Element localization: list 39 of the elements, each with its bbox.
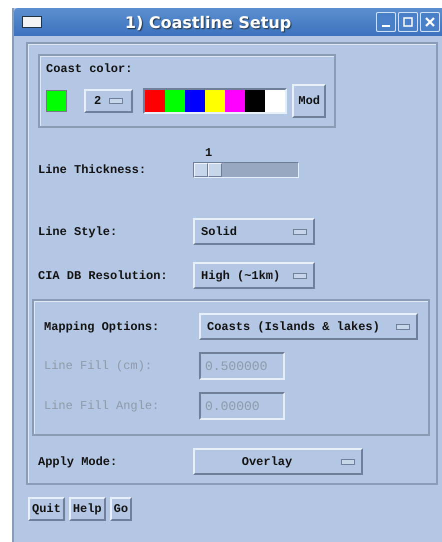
thickness-value: 1 bbox=[205, 146, 212, 160]
dialog-button[interactable]: Quit bbox=[28, 497, 65, 521]
palette-color[interactable] bbox=[144, 90, 165, 112]
palette-color[interactable] bbox=[164, 90, 185, 112]
menu-indicator-icon bbox=[341, 458, 355, 464]
line-thickness-label: Line Thickness: bbox=[38, 163, 148, 177]
maximize-icon bbox=[403, 17, 413, 27]
close-button[interactable] bbox=[420, 12, 440, 32]
mod-button[interactable]: Mod bbox=[292, 84, 326, 118]
dialog-button[interactable]: Help bbox=[68, 497, 106, 521]
resolution-menu[interactable]: High (~1km) bbox=[193, 262, 315, 289]
resolution-label: CIA DB Resolution: bbox=[38, 268, 169, 282]
palette-color[interactable] bbox=[184, 90, 205, 112]
coast-color-label: Coast color: bbox=[46, 62, 134, 76]
minimize-button[interactable] bbox=[376, 12, 396, 32]
mapping-options-label: Mapping Options: bbox=[44, 320, 160, 334]
palette-color[interactable] bbox=[224, 90, 245, 112]
mapping-options-menu[interactable]: Coasts (Islands & lakes) bbox=[199, 313, 418, 340]
menu-indicator-icon bbox=[293, 272, 307, 278]
field-label: Line Fill (cm): bbox=[44, 359, 154, 373]
minimize-icon bbox=[382, 25, 390, 27]
menu-indicator-icon bbox=[109, 98, 124, 104]
maximize-button[interactable] bbox=[398, 12, 418, 32]
slider-thumb[interactable] bbox=[194, 163, 222, 177]
field-label: Line Fill Angle: bbox=[44, 399, 160, 413]
color-index-menu[interactable]: 2 bbox=[84, 89, 134, 113]
line-style-menu[interactable]: Solid bbox=[193, 218, 315, 245]
apply-mode-menu[interactable]: Overlay bbox=[193, 448, 363, 475]
menu-indicator-icon bbox=[293, 228, 307, 234]
window-menu-icon[interactable] bbox=[22, 16, 42, 28]
close-icon bbox=[425, 17, 435, 27]
palette-color[interactable] bbox=[204, 90, 225, 112]
palette-color[interactable] bbox=[264, 90, 285, 112]
dialog-button[interactable]: Go bbox=[110, 497, 132, 521]
window-title: 1) Coastline Setup bbox=[124, 12, 292, 32]
apply-mode-label: Apply Mode: bbox=[38, 454, 118, 468]
menu-indicator-icon bbox=[396, 324, 410, 330]
palette-color[interactable] bbox=[244, 90, 265, 112]
line-style-label: Line Style: bbox=[38, 224, 118, 238]
